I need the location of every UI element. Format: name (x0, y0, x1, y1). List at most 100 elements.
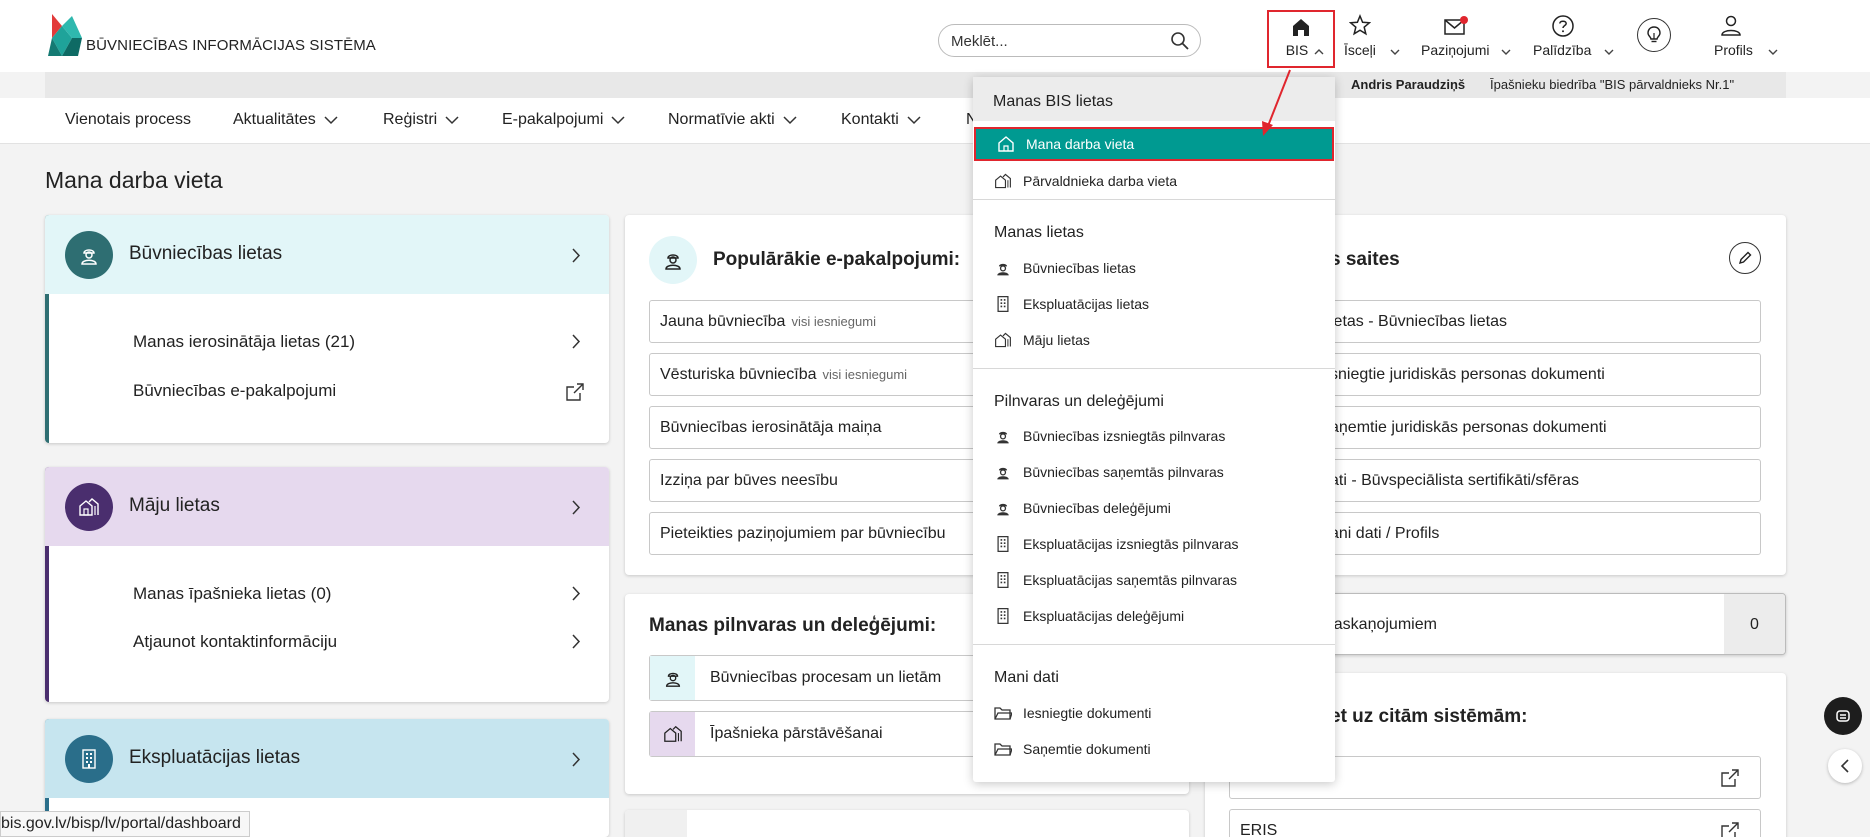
divider (973, 644, 1335, 645)
eservice-label: Vēsturiska būvniecība (660, 366, 817, 383)
user-organization[interactable]: Īpašnieku biedrība "BIS pārvaldnieks Nr.… (1490, 77, 1734, 92)
powers-item-label: Īpašnieka pārstāvēšanai (710, 725, 883, 742)
menu-item-exploitation-received-powers[interactable]: Ekspluatācijas saņemtās pilnvaras (973, 565, 1335, 595)
user-name[interactable]: Andris Paraudziņš (1351, 77, 1465, 92)
chat-bot-button[interactable] (1824, 697, 1862, 735)
nav-item-label: Kontakti (841, 111, 899, 128)
houses-card-header[interactable]: Māju lietas (45, 467, 609, 546)
menu-item-label: Ekspluatācijas lietas (1023, 296, 1150, 312)
other-system-link[interactable]: ERIS (1229, 809, 1761, 837)
construction-card-header[interactable]: Būvniecības lietas (45, 215, 609, 294)
chevron-down-icon (1604, 49, 1614, 55)
nav-item-vienotais-process[interactable]: Vienotais process (65, 111, 191, 129)
eservice-sublabel[interactable]: visi iesniegumi (791, 314, 876, 329)
nav-help[interactable]: Palīdzība (1533, 12, 1614, 62)
menu-item-label: Ekspluatācijas deleģējumi (1023, 608, 1185, 624)
bis-logo[interactable]: BŪVNIECĪBAS INFORMĀCIJAS SISTĒMA (48, 12, 376, 56)
side-panel-toggle[interactable] (1828, 749, 1862, 783)
menu-section-title: Mani dati (994, 669, 1059, 686)
menu-item-manager-workplace[interactable]: Pārvaldnieka darba vieta (973, 166, 1335, 196)
nav-item-aktualitates[interactable]: Aktualitātes (233, 111, 338, 129)
user-icon (1721, 15, 1741, 36)
powers-item-label: Būvniecības procesam un lietām (710, 669, 942, 686)
chevron-down-icon (1390, 49, 1400, 55)
houses-icon (65, 483, 113, 531)
search-input[interactable] (951, 31, 1151, 51)
chevron-right-icon[interactable] (572, 634, 581, 649)
building-icon (994, 571, 1012, 589)
menu-item-construction-delegations[interactable]: Būvniecības deleģējumi (973, 493, 1335, 523)
chevron-right-icon (572, 248, 581, 263)
building-icon (994, 535, 1012, 553)
exploitation-card-header[interactable]: Ekspluatācijas lietas (45, 719, 609, 798)
construction-eservices-link[interactable]: Būvniecības e-pakalpojumi (133, 381, 336, 401)
nav-item-registri[interactable]: Reģistri (383, 111, 459, 129)
quick-link-label: ietas - Būvniecības lietas (1330, 313, 1507, 330)
home-icon (1293, 19, 1309, 36)
nav-item-normativie-akti[interactable]: Normatīvie akti (668, 111, 797, 129)
menu-section-title: Manas lietas (994, 224, 1084, 241)
search-icon[interactable] (1170, 31, 1190, 51)
nav-item-kontakti[interactable]: Kontakti (841, 111, 921, 129)
menu-item-exploitation-cases[interactable]: Ekspluatācijas lietas (973, 289, 1335, 319)
quick-link-label: sniegtie juridiskās personas dokumenti (1330, 366, 1605, 383)
chevron-down-icon (445, 115, 459, 124)
status-url: bis.gov.lv/bisp/lv/portal/dashboard (0, 811, 250, 837)
edit-quick-links-button[interactable] (1729, 242, 1761, 274)
menu-item-received-documents[interactable]: Saņemtie dokumenti (973, 734, 1335, 764)
ideas-button[interactable] (1637, 18, 1671, 52)
my-initiator-cases-link[interactable]: Manas ierosinātāja lietas (21) (133, 332, 355, 352)
menu-item-house-cases[interactable]: Māju lietas (973, 325, 1335, 355)
external-link-icon (1721, 769, 1739, 787)
link-label: Atjaunot kontaktinformāciju (133, 632, 338, 651)
page-title: Mana darba vieta (45, 167, 223, 193)
nav-item-label: Aktualitātes (233, 111, 316, 128)
chevron-down-icon (611, 115, 625, 124)
my-owner-cases-link[interactable]: Manas īpašnieka lietas (0) (133, 584, 331, 604)
nav-item-label: E-pakalpojumi (502, 111, 604, 128)
nav-profile-label: Profils (1714, 42, 1753, 58)
chevron-down-icon (907, 115, 921, 124)
worker-icon (650, 656, 695, 700)
quick-link-label: aņemtie juridiskās personas dokumenti (1330, 419, 1607, 436)
chevron-right-icon[interactable] (572, 334, 581, 349)
worker-icon (994, 427, 1012, 445)
bis-logo-icon (48, 14, 82, 56)
update-contact-info-link[interactable]: Atjaunot kontaktinformāciju (133, 632, 337, 652)
menu-item-construction-issued-powers[interactable]: Būvniecības izsniegtās pilnvaras (973, 421, 1335, 451)
nav-shortcuts[interactable]: Īsceļi (1344, 12, 1402, 62)
folder-icon (994, 704, 1012, 722)
lower-middle-card (625, 810, 1189, 837)
menu-item-label: Mana darba vieta (1026, 136, 1135, 152)
eservice-label: Izziņa par būves neesību (660, 472, 838, 489)
menu-item-label: Iesniegtie dokumenti (1023, 705, 1152, 721)
chevron-right-icon (572, 752, 581, 767)
nav-item-label: Reģistri (383, 111, 438, 128)
menu-item-construction-cases[interactable]: Būvniecības lietas (973, 253, 1335, 283)
chevron-right-icon (572, 500, 581, 515)
approvals-count: 0 (1750, 616, 1759, 633)
quick-link-label: ati - Būvspeciālista sertifikāti/sfēras (1330, 472, 1579, 489)
folder-icon (994, 740, 1012, 758)
robot-icon (1836, 710, 1850, 722)
eservice-label: Būvniecības ierosinātāja maiņa (660, 419, 882, 436)
menu-item-exploitation-delegations[interactable]: Ekspluatācijas deleģējumi (973, 601, 1335, 631)
nav-profile[interactable]: Profils (1712, 12, 1778, 62)
eservice-sublabel[interactable]: visi iesniegumi (823, 367, 908, 382)
houses-card-title: Māju lietas (129, 495, 220, 516)
menu-item-construction-received-powers[interactable]: Būvniecības saņemtās pilnvaras (973, 457, 1335, 487)
external-link-icon[interactable] (565, 382, 585, 402)
annotation-arrow (1262, 69, 1291, 136)
menu-item-submitted-documents[interactable]: Iesniegtie dokumenti (973, 698, 1335, 728)
chevron-up-icon (1314, 49, 1324, 55)
menu-item-exploitation-issued-powers[interactable]: Ekspluatācijas izsniegtās pilnvaras (973, 529, 1335, 559)
nav-item-e-pakalpojumi[interactable]: E-pakalpojumi (502, 111, 625, 129)
chevron-right-icon[interactable] (572, 586, 581, 601)
nav-notifications[interactable]: Paziņojumi (1421, 12, 1513, 62)
divider (973, 199, 1335, 200)
nav-bis[interactable]: BIS (1269, 12, 1333, 62)
worker-icon (649, 236, 697, 284)
nav-help-label: Palīdzība (1533, 42, 1592, 58)
exploitation-card-title: Ekspluatācijas lietas (129, 747, 301, 768)
bis-dropdown-menu: Manas BIS lietas Mana darba vieta Pārval… (973, 77, 1335, 782)
